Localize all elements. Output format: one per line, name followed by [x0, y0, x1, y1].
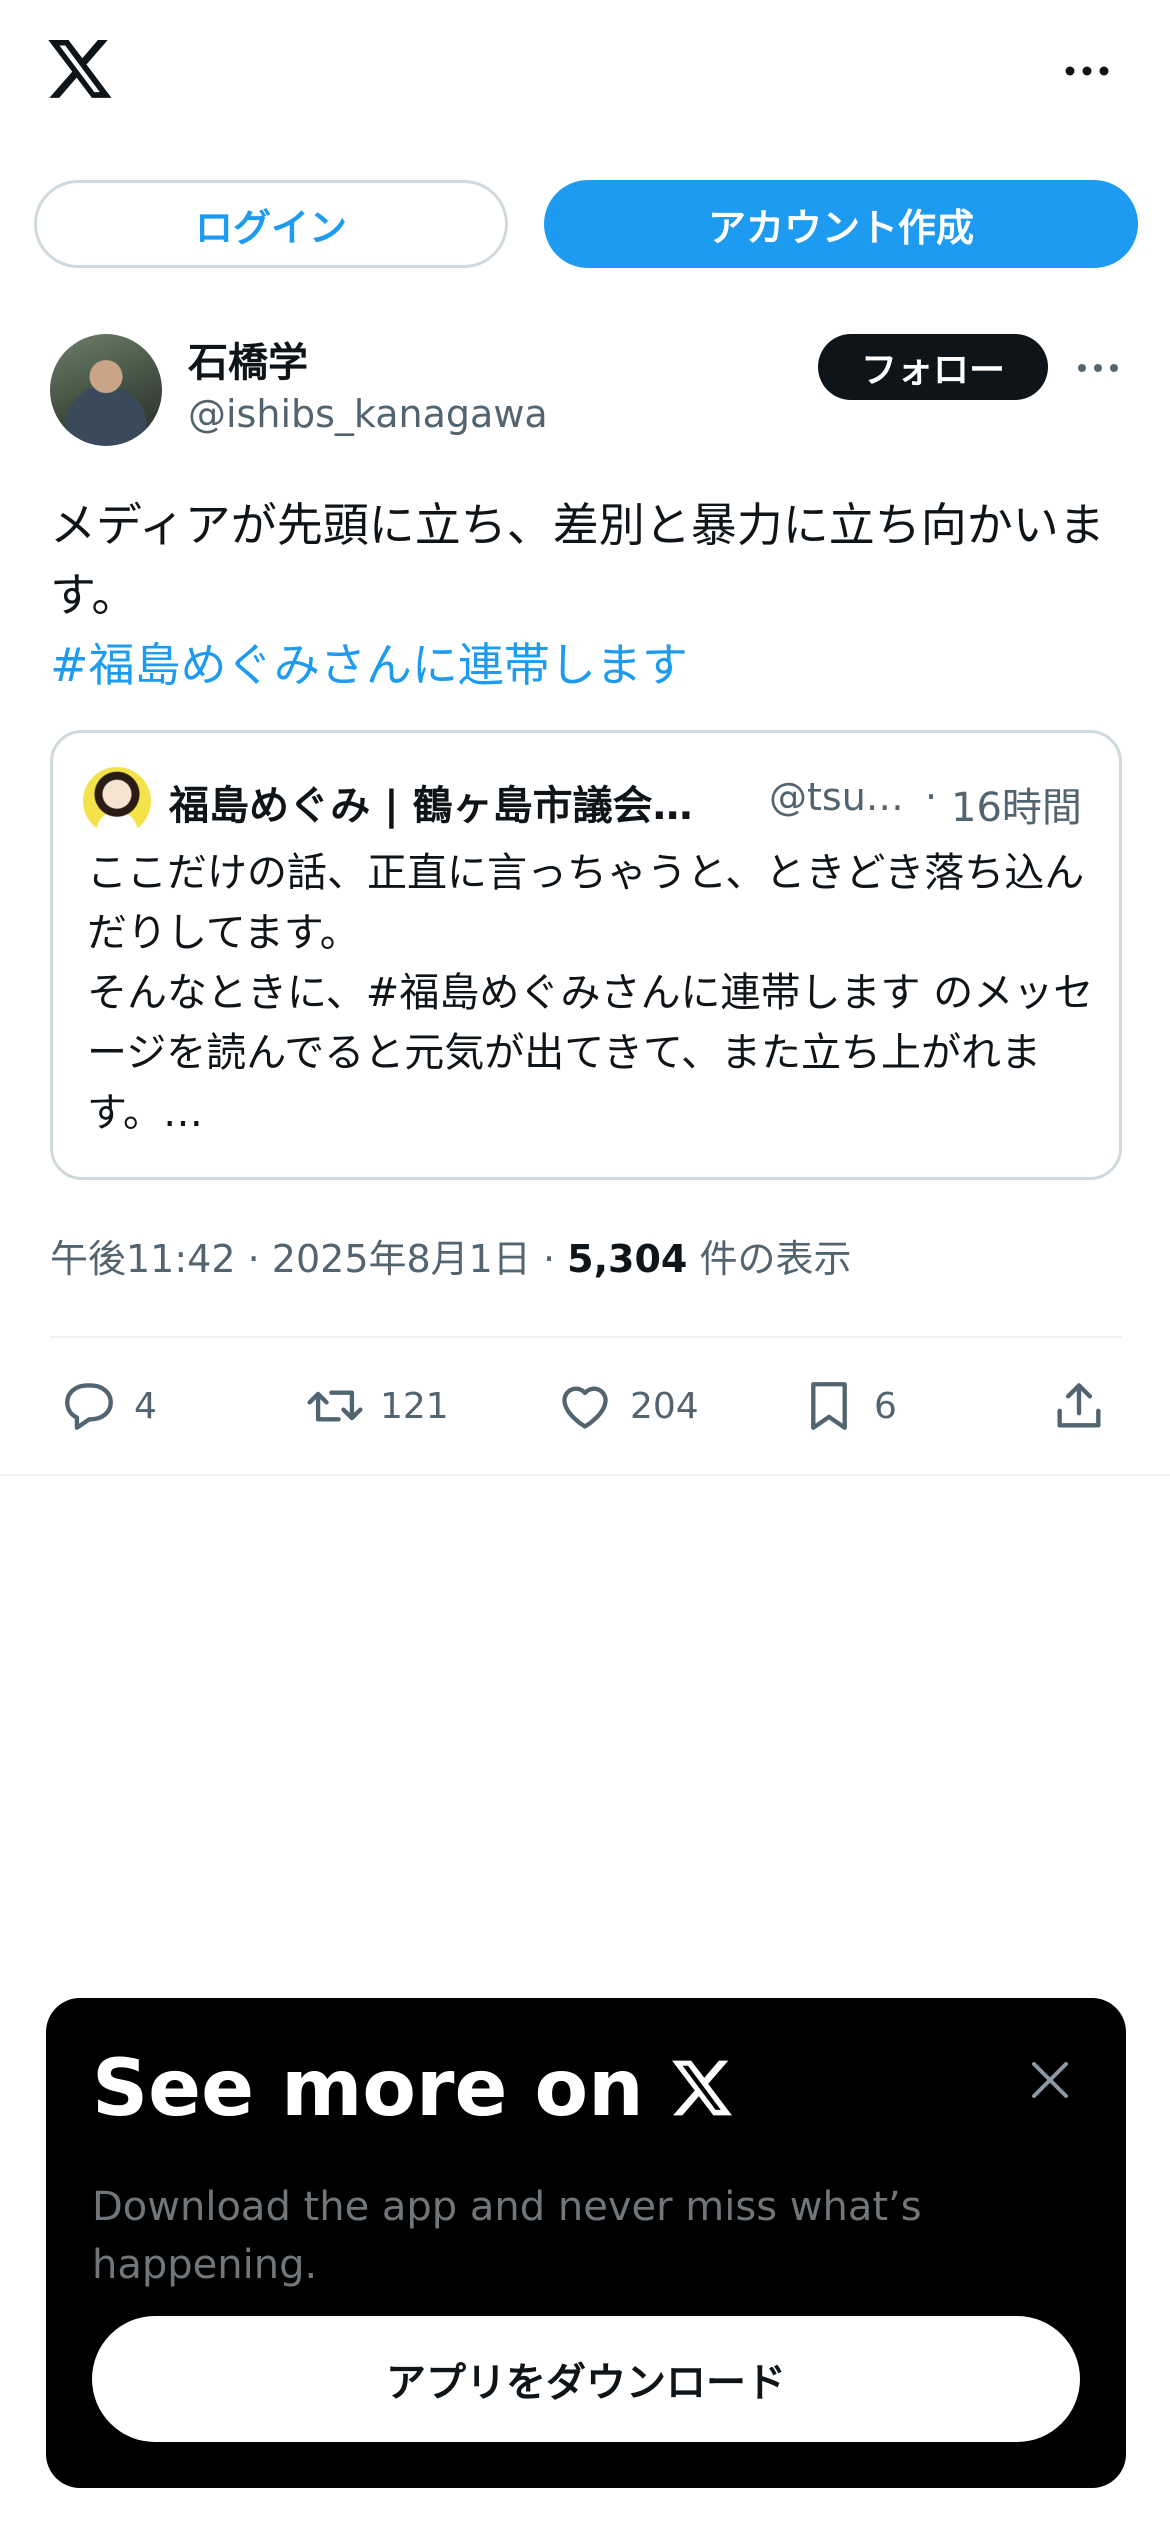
post-more-icon[interactable] [1074, 356, 1122, 380]
download-app-button[interactable]: アプリをダウンロード [92, 2316, 1080, 2442]
banner-title-text: See more on [92, 2044, 644, 2134]
divider [0, 1474, 1170, 1476]
banner-subtitle: Download the app and never miss what’s h… [92, 2184, 922, 2288]
bookmark-icon [811, 1382, 847, 1430]
views-label: 件の表示 [699, 1237, 852, 1281]
post-hashtag-link[interactable]: #福島めぐみさんに連帯します [50, 630, 1130, 700]
like-button[interactable]: 204 [556, 1372, 699, 1440]
meta-separator: · [247, 1237, 260, 1281]
reply-button[interactable]: 4 [60, 1372, 157, 1440]
views-count: 5,304 [567, 1237, 688, 1281]
post-body: メディアが先頭に立ち、差別と暴力に立ち向かいます。 [50, 498, 1105, 622]
quoted-post-text: ここだけの話、正直に言っちゃうと、ときどき落ち込んだりしてます。 そんなときに、… [87, 850, 1094, 1136]
post-date[interactable]: 2025年8月1日 [272, 1237, 531, 1281]
quoted-author-name[interactable]: 福島めぐみ | 鶴ヶ島市議会議員 [169, 773, 729, 831]
quoted-author-avatar[interactable] [83, 767, 151, 835]
author-handle[interactable]: @ishibs_kanagawa [188, 392, 548, 436]
quoted-author-handle[interactable]: @tsurugashima [769, 775, 919, 819]
divider [50, 1336, 1122, 1338]
more-horizontal-icon[interactable] [1062, 56, 1112, 86]
post-time[interactable]: 午後11:42 [50, 1237, 236, 1281]
x-logo-icon [671, 2060, 732, 2116]
post-meta: 午後11:42 · 2025年8月1日 · 5,304 件の表示 [50, 1228, 851, 1283]
author-name[interactable]: 石橋学 [188, 330, 308, 388]
bookmark-button[interactable]: 6 [800, 1372, 897, 1440]
post-text: メディアが先頭に立ち、差別と暴力に立ち向かいます。 #福島めぐみさんに連帯します [50, 490, 1130, 700]
top-bar [0, 0, 1170, 150]
bookmark-count: 6 [874, 1385, 897, 1427]
share-icon [1057, 1383, 1101, 1428]
close-icon[interactable] [1028, 2058, 1072, 2102]
repost-button[interactable]: 121 [306, 1372, 449, 1440]
meta-separator: · [542, 1237, 556, 1281]
like-count: 204 [630, 1385, 699, 1427]
quoted-timestamp[interactable]: 16時間 [951, 775, 1082, 833]
author-avatar[interactable] [50, 334, 162, 446]
x-logo-icon[interactable] [48, 40, 114, 100]
repost-icon [307, 1390, 363, 1422]
share-button[interactable] [1050, 1372, 1108, 1440]
reply-icon [65, 1383, 113, 1430]
like-icon [562, 1386, 608, 1429]
create-account-button[interactable]: アカウント作成 [544, 180, 1138, 268]
repost-count: 121 [380, 1385, 449, 1427]
reply-count: 4 [134, 1385, 157, 1427]
follow-button[interactable]: フォロー [818, 334, 1048, 400]
quoted-post-card[interactable]: 福島めぐみ | 鶴ヶ島市議会議員 @tsurugashima · 16時間 ここ… [50, 730, 1122, 1180]
quoted-separator: · [925, 775, 938, 819]
banner-title: See more on [92, 2044, 734, 2134]
login-button[interactable]: ログイン [34, 180, 508, 268]
app-promo-banner: See more on Download the app and never m… [46, 1998, 1126, 2488]
